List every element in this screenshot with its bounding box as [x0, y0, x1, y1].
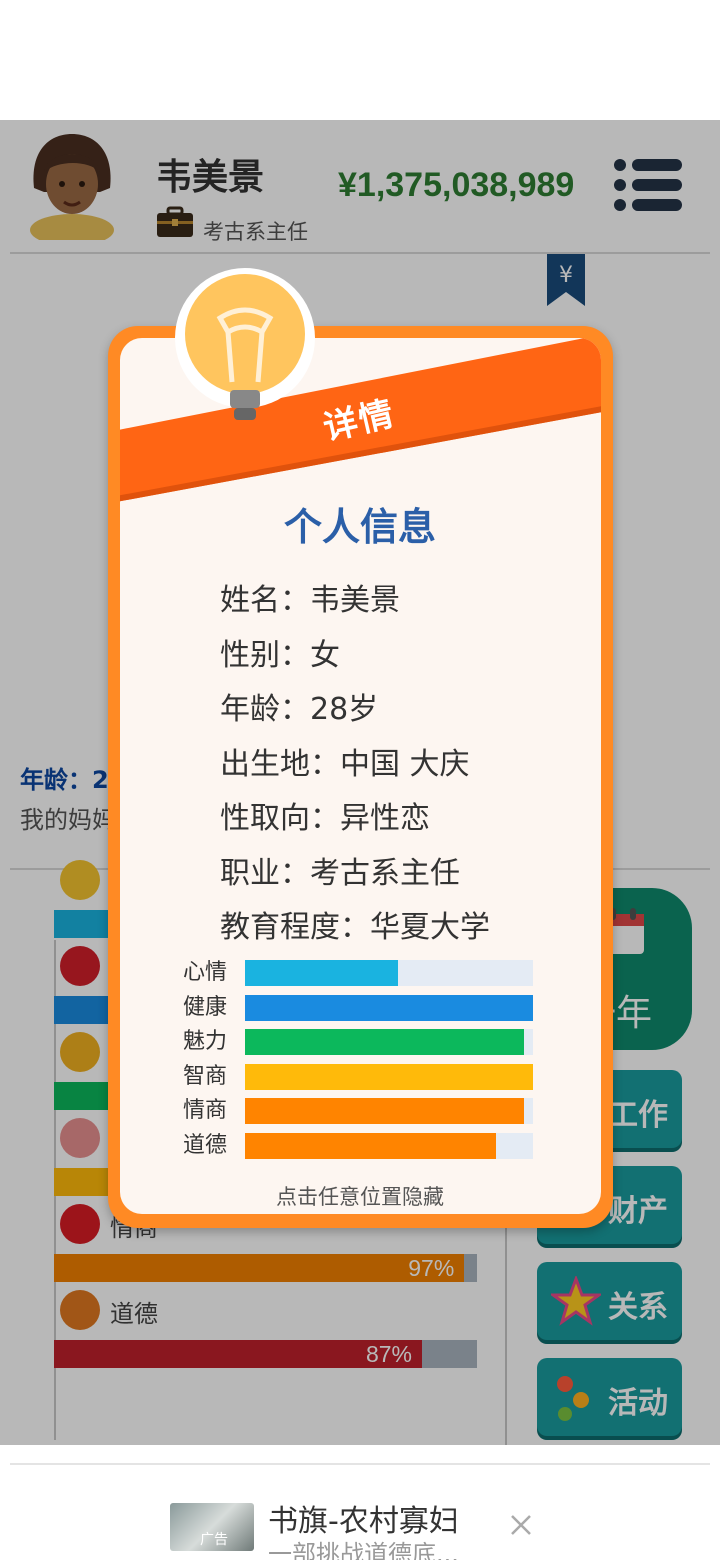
info-value: 韦美景	[310, 583, 400, 618]
info-key: 出生地：	[220, 746, 340, 782]
info-key: 性取向：	[220, 801, 340, 836]
attribute-bar	[245, 1029, 533, 1056]
attribute-row: 道德	[183, 1132, 533, 1160]
attribute-bar-fill	[245, 960, 398, 986]
info-key: 教育程度：	[220, 910, 370, 945]
info-value: 考古系主任	[310, 855, 460, 891]
attribute-label: 健康	[183, 994, 228, 1020]
info-value: 华夏大学	[370, 910, 490, 945]
attribute-bar	[245, 1133, 533, 1159]
attribute-bar-fill	[245, 994, 533, 1021]
ad-subtitle[interactable]: 一部挑战道德底...	[268, 1534, 459, 1560]
attribute-bar-fill	[245, 1029, 525, 1056]
info-row: 职业：考古系主任	[220, 848, 460, 892]
attribute-bar	[245, 1098, 533, 1125]
info-value: 异性恋	[340, 801, 430, 836]
divider	[10, 1463, 710, 1465]
info-key: 性别：	[220, 637, 310, 673]
info-value: 女	[310, 637, 340, 673]
attribute-row: 心情	[183, 959, 533, 987]
info-row: 姓名：韦美景	[220, 575, 400, 619]
attribute-bar-fill	[245, 1063, 533, 1090]
info-key: 年龄：	[220, 692, 310, 727]
ad-tag: 广告	[200, 1532, 228, 1548]
attribute-bar-fill	[245, 1133, 496, 1159]
attribute-label: 情商	[183, 1098, 228, 1124]
info-row: 性取向：异性恋	[220, 793, 430, 837]
attribute-row: 健康	[183, 994, 533, 1022]
attribute-label: 魅力	[183, 1029, 228, 1055]
attribute-label: 智商	[183, 1063, 228, 1089]
attribute-row: 智商	[183, 1063, 533, 1091]
info-row: 教育程度：华夏大学	[220, 902, 490, 946]
info-row: 年龄：28岁	[220, 684, 378, 728]
attribute-bar-fill	[245, 1098, 525, 1125]
attribute-bar	[245, 1063, 533, 1090]
attribute-row: 情商	[183, 1097, 533, 1125]
lightbulb-icon	[175, 268, 315, 420]
attribute-row: 魅力	[183, 1028, 533, 1056]
info-key: 姓名：	[220, 583, 310, 618]
info-value: 中国 大庆	[340, 746, 470, 782]
close-icon[interactable]	[506, 1510, 536, 1540]
attribute-label: 心情	[183, 960, 228, 985]
info-value: 28岁	[310, 692, 379, 727]
attribute-bar	[245, 960, 533, 986]
ad-thumbnail[interactable]: 广告	[170, 1503, 254, 1551]
info-key: 职业：	[220, 855, 310, 891]
info-row: 出生地：中国 大庆	[220, 739, 470, 783]
dismiss-hint: 点击任意位置隐藏	[276, 1185, 444, 1209]
attribute-bar	[245, 994, 533, 1021]
section-title: 个人信息	[283, 505, 436, 549]
info-row: 性别：女	[220, 630, 340, 674]
attribute-label: 道德	[183, 1133, 228, 1158]
